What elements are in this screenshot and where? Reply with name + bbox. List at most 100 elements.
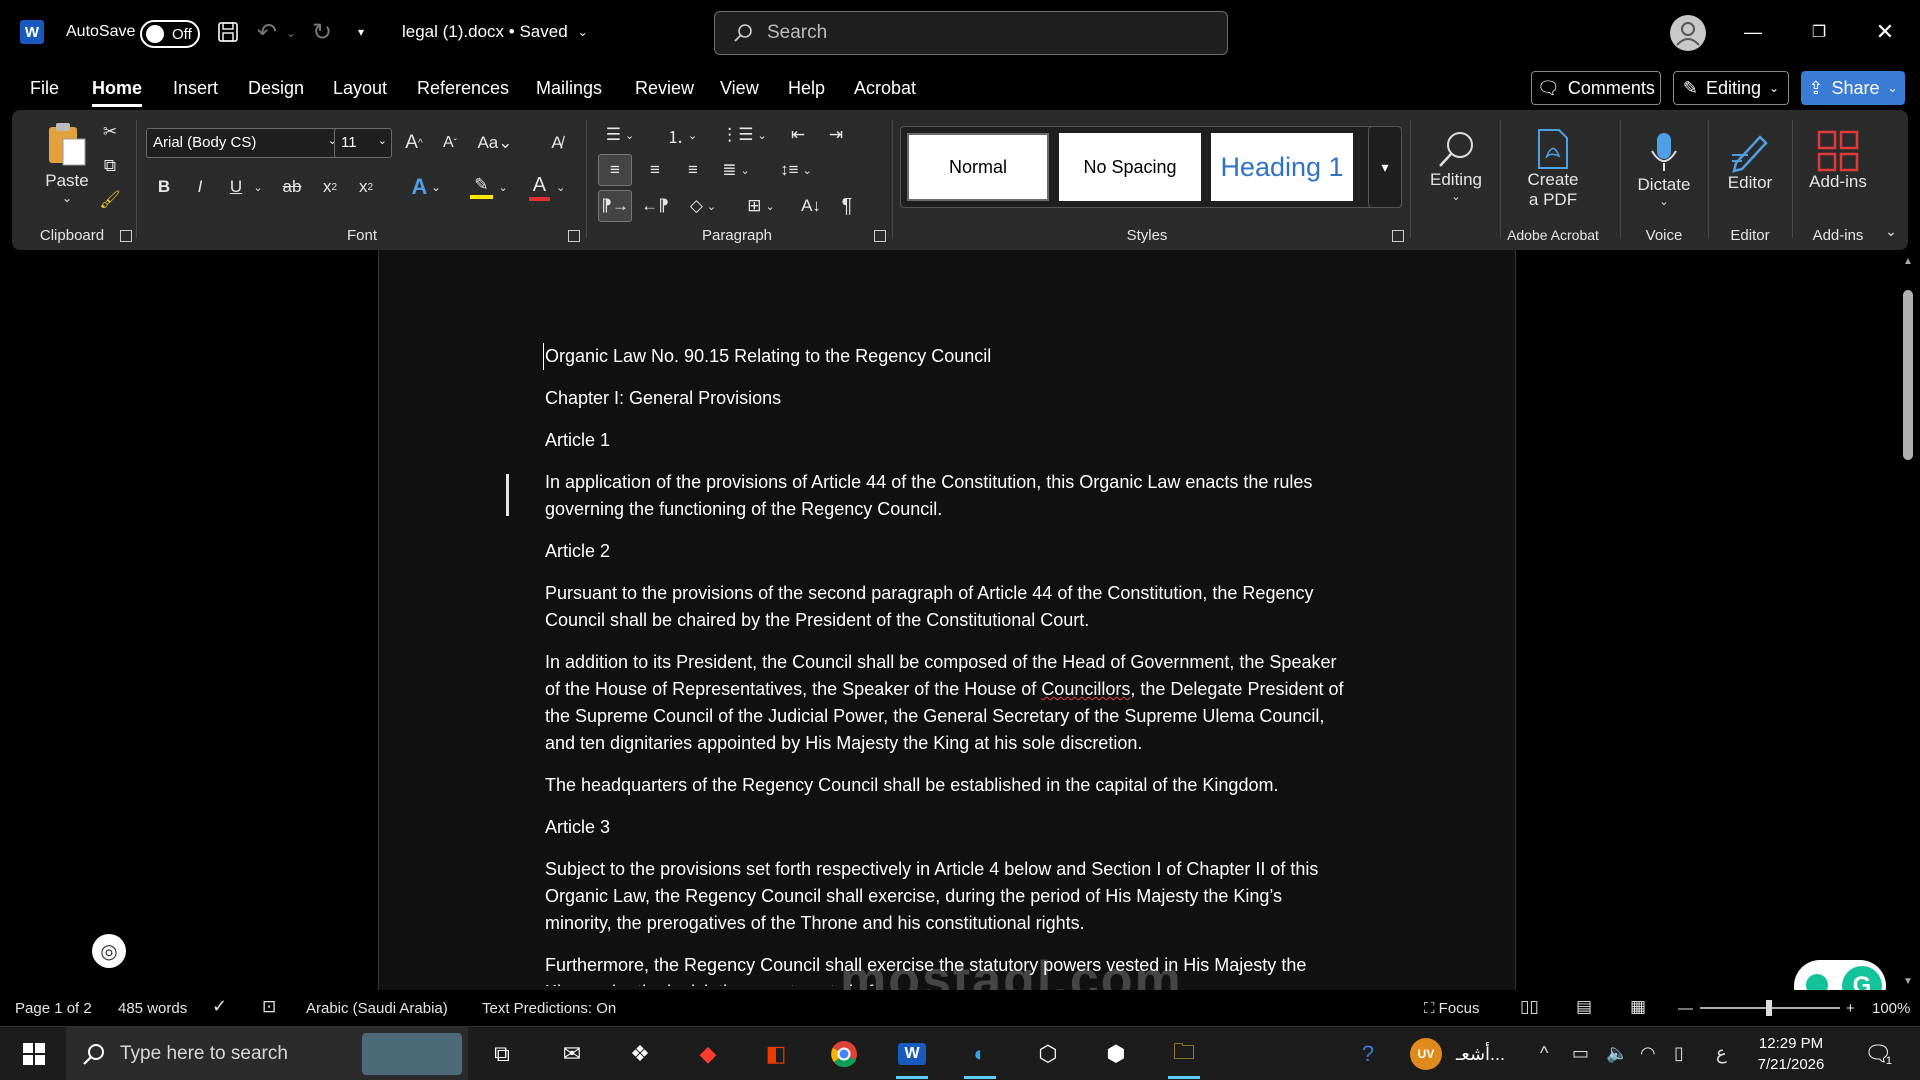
spelling-flagged-word[interactable]: Councillors (1041, 679, 1130, 699)
minimize-icon[interactable]: — (1738, 14, 1768, 50)
word-taskbar-icon[interactable]: W (890, 1035, 934, 1079)
editor-button[interactable]: Editor (1712, 118, 1788, 204)
print-layout-icon[interactable]: ▤ (1576, 997, 1592, 1017)
text-predictions[interactable]: Text Predictions: On (482, 1000, 616, 1017)
tab-view[interactable]: View (720, 78, 759, 99)
tab-references[interactable]: References (417, 78, 509, 99)
decrease-indent-icon[interactable]: ⇤ (782, 120, 814, 150)
undo-icon[interactable]: ↶ (255, 19, 279, 46)
strikethrough-icon[interactable]: ab (276, 172, 308, 202)
search-input[interactable]: Search (714, 11, 1228, 55)
fingerprint-icon[interactable]: ◎ (92, 934, 126, 968)
chrome-icon[interactable] (822, 1035, 866, 1073)
paragraph-launcher-icon[interactable] (874, 230, 886, 242)
device-icon[interactable]: ▯ (1674, 1043, 1684, 1064)
sort-icon[interactable]: A↓ (796, 190, 826, 222)
subscript-icon[interactable]: x2 (316, 172, 344, 202)
tab-acrobat[interactable]: Acrobat (854, 78, 916, 99)
ime-indicator[interactable]: ع (1716, 1043, 1727, 1064)
customize-toolbar-icon[interactable]: ▾ (352, 22, 370, 42)
styles-launcher-icon[interactable] (1392, 230, 1404, 242)
undo-dropdown-icon[interactable]: ⌄ (284, 24, 298, 42)
scroll-up-icon[interactable]: ▲ (1903, 256, 1913, 267)
tab-file[interactable]: File (30, 78, 59, 99)
dropbox-icon[interactable]: ❖ (618, 1035, 662, 1073)
bold-icon[interactable]: B (150, 172, 178, 202)
editing-button[interactable]: Editing ⌄ (1418, 118, 1494, 214)
tab-insert[interactable]: Insert (173, 78, 218, 99)
volume-icon[interactable]: 🔈 (1606, 1043, 1628, 1064)
clipboard-launcher-icon[interactable] (120, 230, 132, 242)
taskbar-search-input[interactable]: Type here to search (66, 1027, 468, 1080)
align-right-icon[interactable]: ≡ (676, 154, 710, 186)
font-size-select[interactable]: 11 ⌄ (334, 128, 392, 158)
page-count[interactable]: Page 1 of 2 (15, 1000, 92, 1017)
battery-icon[interactable]: ▭ (1572, 1043, 1589, 1064)
numbering-icon[interactable]: ⒈ ⌄ (658, 120, 706, 150)
show-formatting-icon[interactable]: ¶ (832, 190, 862, 222)
zoom-out-icon[interactable]: — (1678, 1000, 1693, 1017)
dictate-button[interactable]: Dictate ⌄ (1626, 118, 1702, 220)
multilevel-list-icon[interactable]: ⋮☰ ⌄ (720, 120, 768, 150)
style-heading-1[interactable]: Heading 1 (1211, 133, 1353, 201)
app-diamond-icon[interactable]: ◆ (686, 1035, 730, 1073)
zoom-slider-thumb[interactable] (1766, 1000, 1772, 1016)
redo-icon[interactable]: ↻ (310, 19, 334, 46)
add-ins-button[interactable]: Add-ins (1796, 118, 1880, 204)
help-icon[interactable]: ? (1346, 1035, 1390, 1073)
format-painter-icon[interactable]: 🖌 (96, 186, 124, 214)
proofing-icon[interactable]: ✓ (212, 996, 227, 1017)
underline-icon[interactable]: U (222, 172, 250, 202)
tab-help[interactable]: Help (788, 78, 825, 99)
align-left-icon[interactable]: ≡ (598, 154, 632, 186)
language[interactable]: Arabic (Saudi Arabia) (306, 1000, 448, 1017)
styles-more-icon[interactable]: ▾ (1368, 126, 1402, 208)
document-body[interactable]: Organic Law No. 90.15 Relating to the Re… (543, 343, 1345, 1001)
close-icon[interactable]: ✕ (1870, 14, 1900, 50)
avatar[interactable] (1670, 15, 1706, 51)
save-icon[interactable] (216, 20, 240, 44)
style-normal[interactable]: Normal (907, 133, 1049, 201)
notification-center-icon[interactable]: 🗨 1 (1856, 1035, 1900, 1073)
accessibility-icon[interactable]: ⊡ (262, 997, 276, 1017)
zoom-in-icon[interactable]: + (1846, 1000, 1855, 1017)
task-view-icon[interactable]: ⧉ (480, 1035, 524, 1073)
office-icon[interactable]: ◧ (754, 1035, 798, 1073)
superscript-icon[interactable]: x2 (352, 172, 380, 202)
line-spacing-icon[interactable]: ↕≡ ⌄ (772, 154, 820, 186)
mail-icon[interactable]: ✉ (550, 1035, 594, 1073)
vertical-scrollbar[interactable]: ▲ ▼ (1898, 250, 1920, 990)
create-pdf-button[interactable]: Create a PDF (1506, 118, 1600, 220)
bullets-icon[interactable]: ☰ ⌄ (598, 120, 642, 150)
tab-mailings[interactable]: Mailings (536, 78, 602, 99)
shrink-font-icon[interactable]: Aˇ (436, 128, 464, 158)
borders-icon[interactable]: ⊞ ⌄ (738, 190, 784, 222)
collapse-ribbon-icon[interactable]: ⌄ (1880, 220, 1902, 242)
scroll-down-icon[interactable]: ▼ (1903, 976, 1913, 987)
italic-icon[interactable]: I (186, 172, 214, 202)
web-layout-icon[interactable]: ▦ (1630, 997, 1646, 1017)
wifi-icon[interactable]: ◠ (1640, 1043, 1656, 1064)
unity-hub-icon[interactable]: ⬢ (1094, 1035, 1138, 1073)
word-count[interactable]: 485 words (118, 1000, 187, 1017)
tab-review[interactable]: Review (635, 78, 694, 99)
paste-button[interactable]: Paste ⌄ (32, 118, 102, 208)
tray-chevron-up-icon[interactable]: ^ (1540, 1043, 1548, 1064)
tab-home[interactable]: Home (92, 78, 143, 107)
autosave-toggle[interactable]: Off (140, 20, 200, 48)
grow-font-icon[interactable]: A ^ (400, 128, 428, 158)
cut-icon[interactable]: ✂ (96, 118, 124, 146)
clock[interactable]: 12:29 PM 7/21/2026 (1746, 1033, 1836, 1075)
read-mode-icon[interactable]: ▯▯ (1520, 997, 1539, 1017)
highlight-color-icon[interactable]: ✎ ⌄ (464, 172, 514, 202)
ltr-direction-icon[interactable]: ⁋→ (598, 190, 632, 222)
focus-button[interactable]: ⛶ Focus (1424, 1000, 1480, 1017)
rtl-direction-icon[interactable]: ←⁋ (638, 190, 672, 222)
increase-indent-icon[interactable]: ⇥ (820, 120, 852, 150)
windows-start-icon[interactable] (12, 1035, 56, 1073)
font-name-select[interactable]: Arial (Body CS) ⌄ (146, 128, 342, 158)
restore-icon[interactable]: ❐ (1804, 14, 1834, 50)
font-color-icon[interactable]: A ⌄ (522, 172, 572, 202)
text-effects-icon[interactable]: A ⌄ (404, 172, 448, 202)
zoom-level[interactable]: 100% (1872, 1000, 1910, 1017)
